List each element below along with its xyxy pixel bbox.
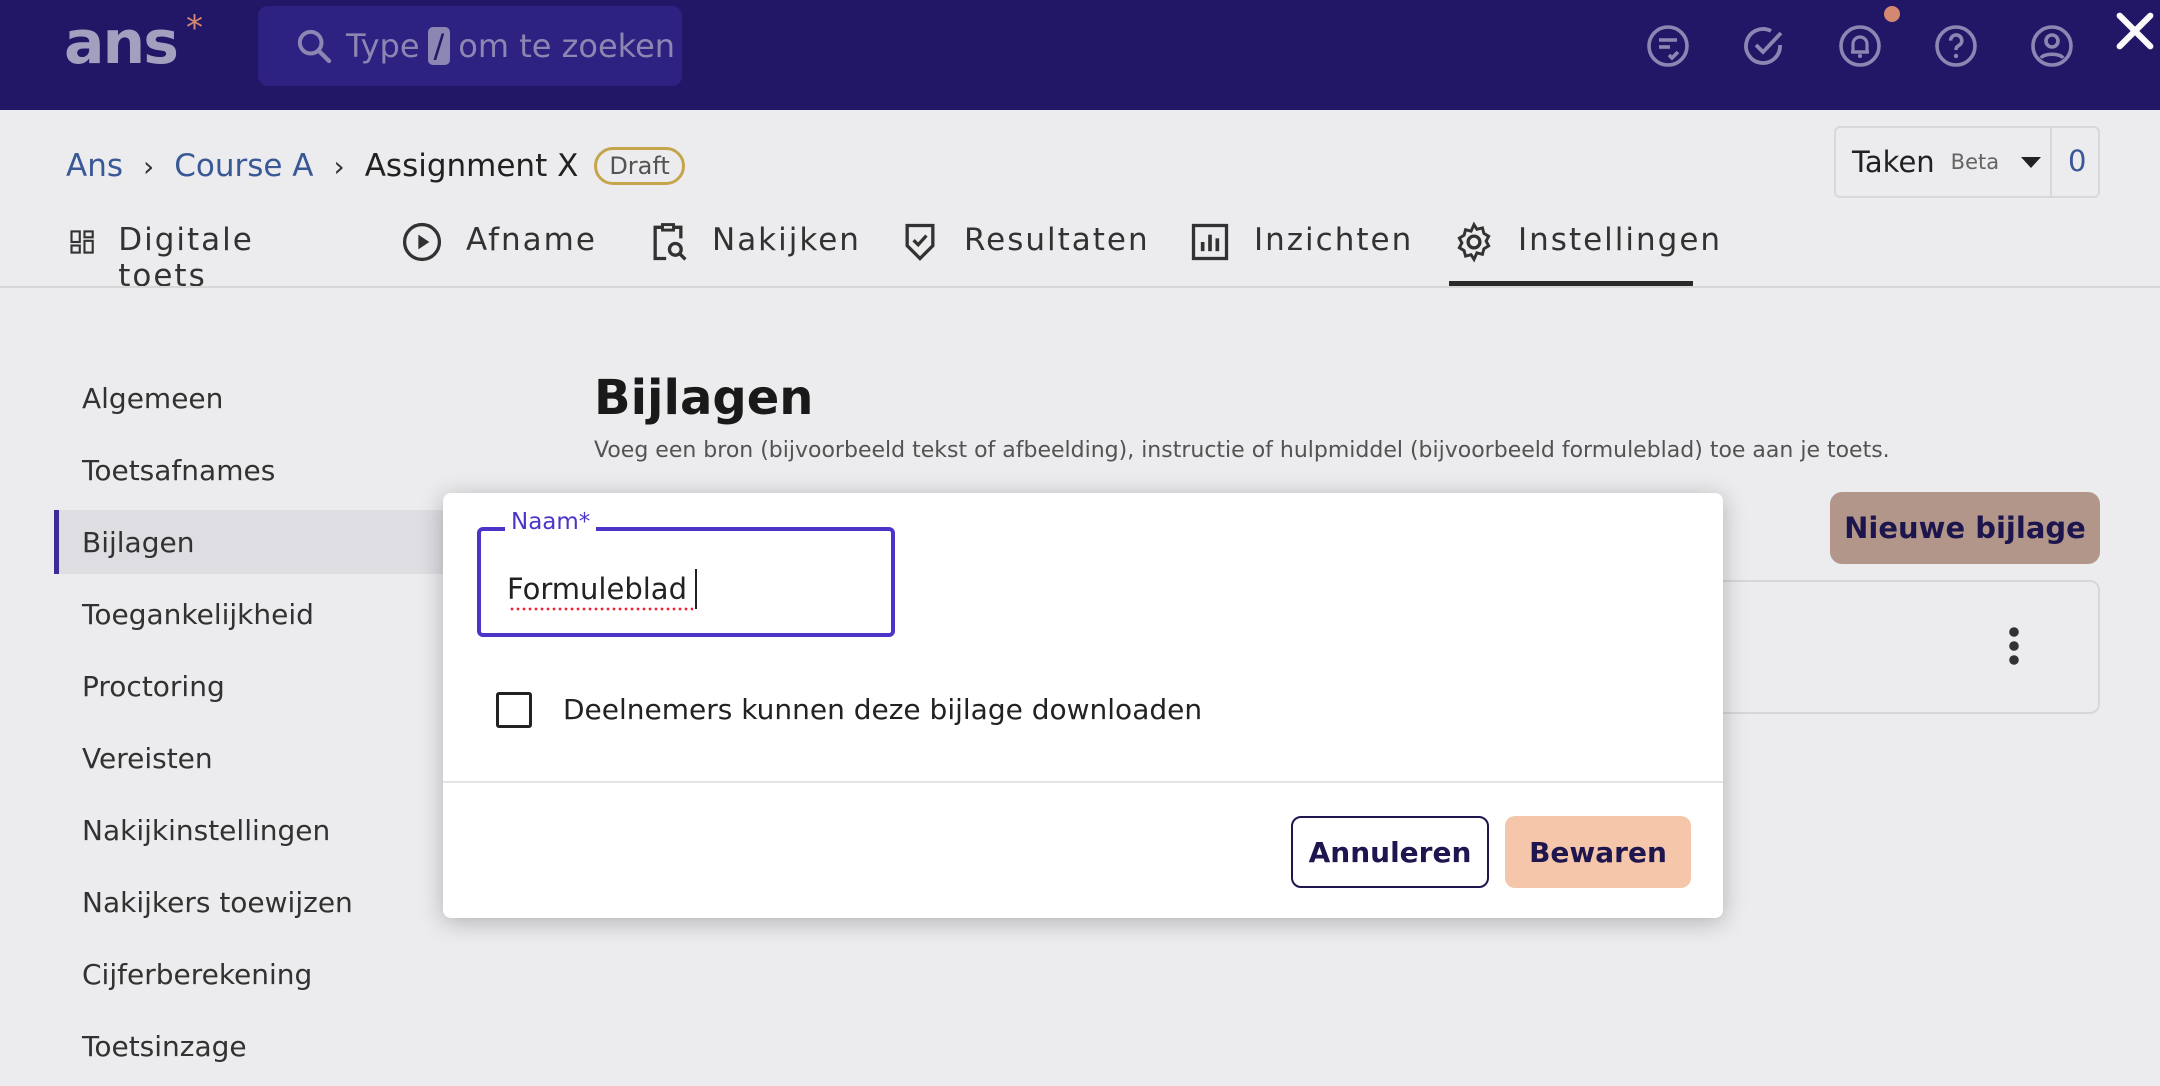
name-field: Naam* xyxy=(477,509,895,637)
download-checkbox-label[interactable]: Deelnemers kunnen deze bijlage downloade… xyxy=(563,693,1202,726)
name-field-label: Naam* xyxy=(505,509,597,535)
spellcheck-underline xyxy=(509,607,693,611)
download-checkbox[interactable] xyxy=(496,692,532,728)
save-button[interactable]: Bewaren xyxy=(1505,816,1691,888)
dialog-divider xyxy=(443,781,1723,783)
name-input[interactable] xyxy=(507,567,867,611)
attachment-dialog: Naam* Deelnemers kunnen deze bijlage dow… xyxy=(443,493,1723,918)
text-caret xyxy=(695,569,697,609)
cancel-button[interactable]: Annuleren xyxy=(1291,816,1489,888)
